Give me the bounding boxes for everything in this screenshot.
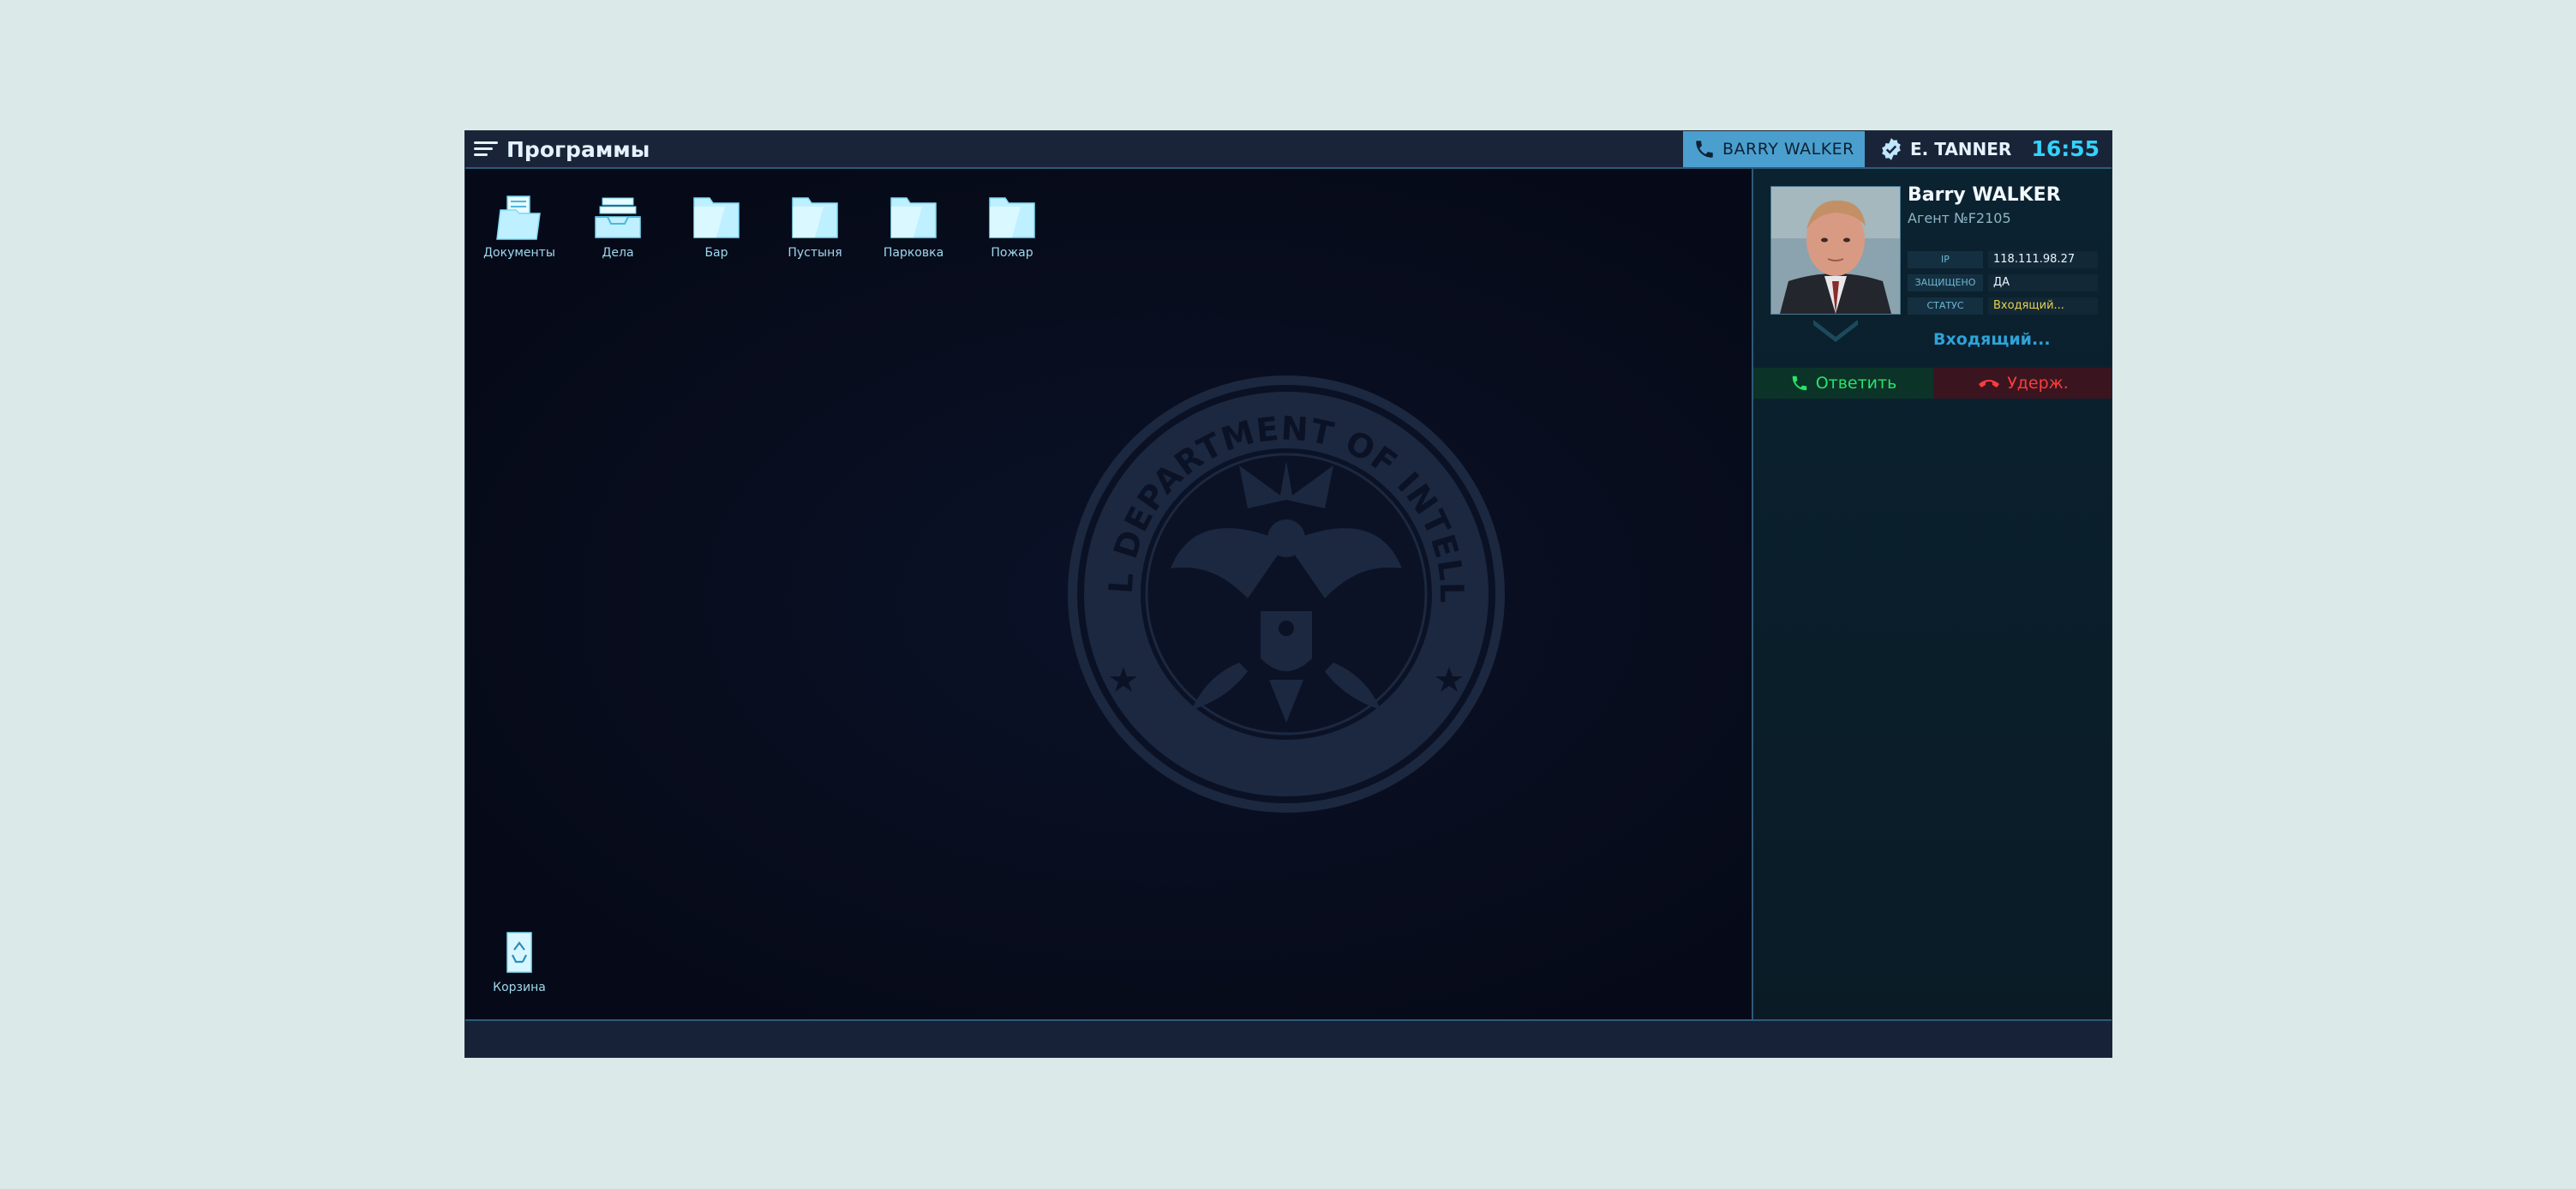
- desktop-icon-bar[interactable]: Бар: [669, 195, 764, 260]
- desktop-icon-label: Документы: [483, 246, 555, 260]
- clock: 16:55: [2031, 136, 2100, 161]
- taskbar: [465, 1019, 2112, 1057]
- answer-label: Ответить: [1815, 374, 1897, 393]
- ip-value: 118.111.98.27: [1988, 251, 2098, 268]
- call-tab-barry-walker[interactable]: BARRY WALKER: [1683, 131, 1865, 167]
- status-value: Входящий...: [1988, 297, 2098, 315]
- desktop-icon-label: Дела: [602, 246, 634, 260]
- phone-icon: [1792, 375, 1806, 391]
- chevron-down-icon: [1813, 320, 1858, 342]
- programs-menu-button[interactable]: Программы: [474, 131, 650, 167]
- top-bar: Программы BARRY WALKER E. TANNER 16:55: [465, 131, 2112, 169]
- screen: Программы BARRY WALKER E. TANNER 16:55 L…: [465, 131, 2112, 1057]
- hang-up-icon: [1979, 380, 2000, 387]
- ip-key: IP: [1908, 251, 1983, 268]
- desktop-icon-label: Пустыня: [788, 246, 842, 260]
- desktop-icon-desert[interactable]: Пустыня: [768, 195, 862, 260]
- secure-row: ЗАЩИЩЕНО ДА: [1908, 274, 2098, 291]
- call-tab-label: BARRY WALKER: [1722, 140, 1854, 159]
- desktop-icon-label: Пожар: [991, 246, 1033, 260]
- agency-seal-watermark: FEDERAL DEPARTMENT OF INTELLIGENCE THE T…: [1063, 371, 1505, 813]
- cases-icon: [592, 195, 644, 241]
- desktop-icon-trash[interactable]: Корзина: [472, 929, 566, 994]
- menu-icon: [474, 140, 498, 159]
- desktop-icon-label: Бар: [704, 246, 728, 260]
- hold-label: Удерж.: [2007, 374, 2069, 393]
- caller-agent-id: Агент №F2105: [1908, 210, 2011, 226]
- secure-key: ЗАЩИЩЕНО: [1908, 274, 1983, 291]
- phone-icon: [1696, 141, 1713, 158]
- user-menu[interactable]: E. TANNER: [1879, 131, 2011, 167]
- verified-badge-icon: [1882, 138, 1901, 160]
- trash-label: Корзина: [493, 981, 546, 994]
- folder-icon: [986, 195, 1038, 241]
- status-key: СТАТУС: [1908, 297, 1983, 315]
- status-row: СТАТУС Входящий...: [1908, 297, 2098, 315]
- caller-name: Barry WALKER: [1908, 184, 2061, 206]
- answer-button[interactable]: Ответить: [1753, 368, 1933, 399]
- hold-button[interactable]: Удерж.: [1933, 368, 2112, 399]
- desktop: FEDERAL DEPARTMENT OF INTELLIGENCE THE T…: [465, 169, 1752, 1032]
- user-name: E. TANNER: [1910, 139, 2012, 159]
- folder-icon: [888, 195, 939, 241]
- incoming-status: Входящий...: [1933, 330, 2051, 349]
- ip-row: IP 118.111.98.27: [1908, 251, 2098, 268]
- secure-value: ДА: [1988, 274, 2098, 291]
- desktop-icon-label: Парковка: [883, 246, 944, 260]
- folder-icon: [691, 195, 742, 241]
- desktop-icon-documents[interactable]: Документы: [472, 195, 566, 260]
- caller-photo: [1770, 186, 1901, 315]
- documents-icon: [494, 195, 545, 241]
- incoming-call-panel: Barry WALKER Агент №F2105 IP 118.111.98.…: [1752, 169, 2112, 1032]
- folder-icon: [789, 195, 841, 241]
- desktop-icon-parking[interactable]: Парковка: [866, 195, 961, 260]
- trash-icon: [494, 929, 545, 976]
- programs-label: Программы: [506, 136, 650, 162]
- desktop-icon-fire[interactable]: Пожар: [965, 195, 1059, 260]
- desktop-icon-cases[interactable]: Дела: [571, 195, 665, 260]
